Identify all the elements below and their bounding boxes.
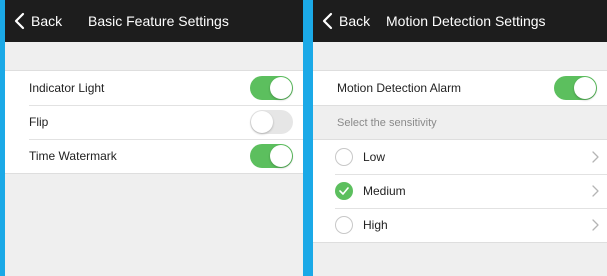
motion-detection-alarm-label: Motion Detection Alarm — [337, 81, 462, 95]
back-label: Back — [339, 13, 371, 29]
sensitivity-option-high[interactable]: High — [313, 208, 607, 242]
page-title: Motion Detection Settings — [386, 13, 546, 29]
feature-list: Indicator Light Flip Time Watermark — [5, 70, 303, 174]
toggle-knob — [251, 111, 273, 133]
toggle-knob — [574, 77, 596, 99]
radio-button[interactable] — [335, 216, 353, 234]
sensitivity-list: Low Medium High — [313, 139, 607, 243]
chevron-left-icon — [14, 12, 25, 30]
chevron-right-icon — [592, 151, 599, 163]
sensitivity-option-label: Medium — [363, 184, 406, 198]
flip-label: Flip — [29, 115, 49, 129]
time-watermark-label: Time Watermark — [29, 149, 117, 163]
alarm-group: Motion Detection Alarm — [313, 70, 607, 106]
radio-button[interactable] — [335, 148, 353, 166]
indicator-light-toggle[interactable] — [250, 76, 293, 100]
sensitivity-option-label: High — [363, 218, 388, 232]
sensitivity-section-header: Select the sensitivity — [337, 117, 437, 129]
motion-detection-alarm-row: Motion Detection Alarm — [313, 71, 607, 105]
radio-button-checked[interactable] — [335, 182, 353, 200]
chevron-right-icon — [592, 219, 599, 231]
flip-row: Flip — [5, 105, 303, 139]
motion-detection-settings-screen: Back Motion Detection Settings Motion De… — [313, 0, 607, 276]
basic-feature-settings-screen: Back Basic Feature Settings Indicator Li… — [5, 0, 303, 276]
time-watermark-toggle[interactable] — [250, 144, 293, 168]
sensitivity-option-low[interactable]: Low — [313, 140, 607, 174]
toggle-knob — [270, 145, 292, 167]
indicator-light-label: Indicator Light — [29, 81, 105, 95]
motion-detection-alarm-toggle[interactable] — [554, 76, 597, 100]
chevron-right-icon — [592, 185, 599, 197]
flip-toggle[interactable] — [250, 110, 293, 134]
app-root: Back Basic Feature Settings Indicator Li… — [0, 0, 607, 276]
navigation-bar: Back Basic Feature Settings — [5, 0, 303, 42]
back-button[interactable]: Back — [321, 0, 370, 42]
indicator-light-row: Indicator Light — [5, 71, 303, 105]
time-watermark-row: Time Watermark — [5, 139, 303, 173]
chevron-left-icon — [322, 12, 333, 30]
back-label: Back — [31, 13, 63, 29]
page-title: Basic Feature Settings — [88, 13, 229, 29]
checkmark-icon — [339, 187, 349, 195]
navigation-bar: Back Motion Detection Settings — [313, 0, 607, 42]
sensitivity-option-label: Low — [363, 150, 386, 164]
sensitivity-option-medium[interactable]: Medium — [313, 174, 607, 208]
back-button[interactable]: Back — [13, 0, 62, 42]
toggle-knob — [270, 77, 292, 99]
